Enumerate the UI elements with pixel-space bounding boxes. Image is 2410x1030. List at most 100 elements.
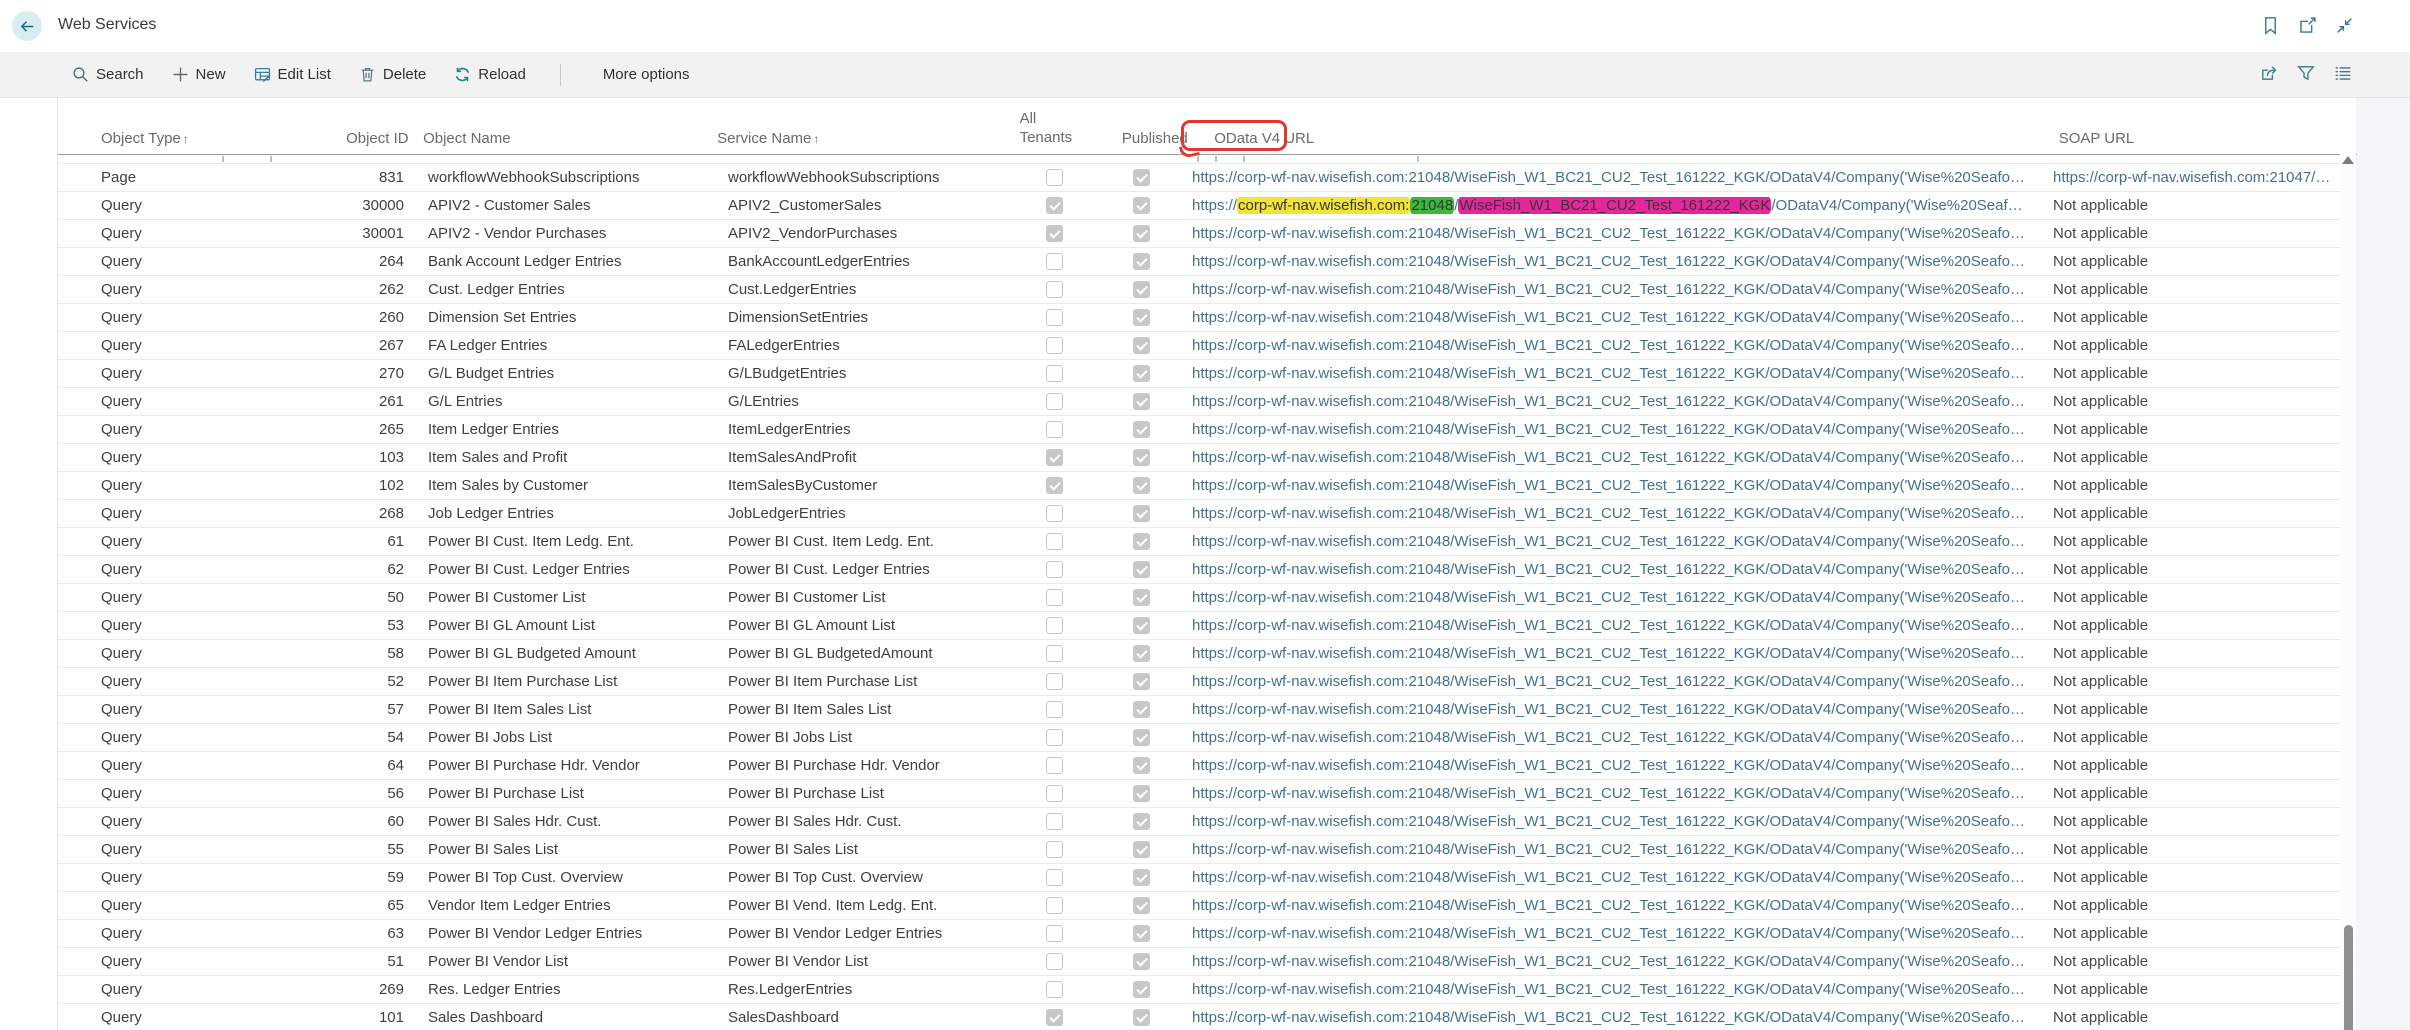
table-row[interactable]: Query30001APIV2 - Vendor PurchasesAPIV2_… (58, 220, 2357, 248)
published-checkbox[interactable] (1133, 309, 1150, 326)
table-row[interactable]: Query57Power BI Item Sales ListPower BI … (58, 696, 2357, 724)
vertical-scrollbar[interactable] (2340, 152, 2356, 1030)
odata-v4-url-link[interactable]: https://corp-wf-nav.wisefish.com:21048/W… (1192, 533, 2029, 550)
column-header-odata_v4_url[interactable]: OData V4 URL (1206, 130, 2047, 154)
table-row[interactable]: Query60Power BI Sales Hdr. Cust.Power BI… (58, 808, 2357, 836)
odata-v4-url-link[interactable]: https://corp-wf-nav.wisefish.com:21048/W… (1192, 253, 2029, 270)
odata-v4-url-link[interactable]: https://corp-wf-nav.wisefish.com:21048/W… (1192, 617, 2029, 634)
all-tenants-checkbox[interactable] (1046, 785, 1063, 802)
soap-url-link[interactable]: https://corp-wf-nav.wisefish.com:21047/W… (2053, 169, 2341, 186)
all-tenants-checkbox[interactable] (1046, 281, 1063, 298)
table-row[interactable]: Query267FA Ledger EntriesFALedgerEntries… (58, 332, 2357, 360)
all-tenants-checkbox[interactable] (1046, 981, 1063, 998)
odata-v4-url-link[interactable]: https://corp-wf-nav.wisefish.com:21048/W… (1192, 197, 2029, 214)
published-checkbox[interactable] (1133, 197, 1150, 214)
odata-v4-url-link[interactable]: https://corp-wf-nav.wisefish.com:21048/W… (1192, 505, 2029, 522)
published-checkbox[interactable] (1133, 225, 1150, 242)
published-checkbox[interactable] (1133, 477, 1150, 494)
odata-v4-url-link[interactable]: https://corp-wf-nav.wisefish.com:21048/W… (1192, 589, 2029, 606)
published-checkbox[interactable] (1133, 393, 1150, 410)
table-row[interactable]: Query30000APIV2 - Customer SalesAPIV2_Cu… (58, 192, 2357, 220)
published-checkbox[interactable] (1133, 561, 1150, 578)
delete-button[interactable]: Delete (359, 66, 426, 83)
odata-v4-url-link[interactable]: https://corp-wf-nav.wisefish.com:21048/W… (1192, 673, 2029, 690)
all-tenants-checkbox[interactable] (1046, 729, 1063, 746)
all-tenants-checkbox[interactable] (1046, 337, 1063, 354)
published-checkbox[interactable] (1133, 757, 1150, 774)
all-tenants-checkbox[interactable] (1046, 393, 1063, 410)
scroll-up-arrow[interactable] (2342, 156, 2354, 164)
odata-v4-url-link[interactable]: https://corp-wf-nav.wisefish.com:21048/W… (1192, 897, 2029, 914)
all-tenants-checkbox[interactable] (1046, 197, 1063, 214)
all-tenants-checkbox[interactable] (1046, 309, 1063, 326)
all-tenants-checkbox[interactable] (1046, 561, 1063, 578)
all-tenants-checkbox[interactable] (1046, 505, 1063, 522)
published-checkbox[interactable] (1133, 841, 1150, 858)
table-row[interactable]: Query53Power BI GL Amount ListPower BI G… (58, 612, 2357, 640)
all-tenants-checkbox[interactable] (1046, 925, 1063, 942)
published-checkbox[interactable] (1133, 1009, 1150, 1026)
column-header-all_tenants[interactable]: AllTenants (995, 109, 1105, 154)
odata-v4-url-link[interactable]: https://corp-wf-nav.wisefish.com:21048/W… (1192, 421, 2029, 438)
odata-v4-url-link[interactable]: https://corp-wf-nav.wisefish.com:21048/W… (1192, 281, 2029, 298)
published-checkbox[interactable] (1133, 953, 1150, 970)
table-row[interactable]: Page831workflowWebhookSubscriptionsworkf… (58, 164, 2357, 192)
table-row[interactable]: Query50Power BI Customer ListPower BI Cu… (58, 584, 2357, 612)
all-tenants-checkbox[interactable] (1046, 449, 1063, 466)
published-checkbox[interactable] (1133, 729, 1150, 746)
table-row[interactable]: Query269Res. Ledger EntriesRes.LedgerEnt… (58, 976, 2357, 1004)
odata-v4-url-link[interactable]: https://corp-wf-nav.wisefish.com:21048/W… (1192, 757, 2029, 774)
table-row[interactable]: Query262Cust. Ledger EntriesCust.LedgerE… (58, 276, 2357, 304)
published-checkbox[interactable] (1133, 169, 1150, 186)
open-in-new-window-icon[interactable] (2298, 16, 2317, 35)
column-header-object_type[interactable]: Object Type↑ (58, 130, 346, 154)
all-tenants-checkbox[interactable] (1046, 421, 1063, 438)
published-checkbox[interactable] (1133, 617, 1150, 634)
all-tenants-checkbox[interactable] (1046, 869, 1063, 886)
published-checkbox[interactable] (1133, 925, 1150, 942)
published-checkbox[interactable] (1133, 813, 1150, 830)
column-header-object_id[interactable]: Object ID (346, 130, 423, 154)
published-checkbox[interactable] (1133, 589, 1150, 606)
table-row[interactable]: Query265Item Ledger EntriesItemLedgerEnt… (58, 416, 2357, 444)
published-checkbox[interactable] (1133, 421, 1150, 438)
odata-v4-url-link[interactable]: https://corp-wf-nav.wisefish.com:21048/W… (1192, 785, 2029, 802)
table-row[interactable]: Query65Vendor Item Ledger EntriesPower B… (58, 892, 2357, 920)
odata-v4-url-link[interactable]: https://corp-wf-nav.wisefish.com:21048/W… (1192, 1009, 2029, 1026)
odata-v4-url-link[interactable]: https://corp-wf-nav.wisefish.com:21048/W… (1192, 449, 2029, 466)
table-row[interactable]: Query58Power BI GL Budgeted AmountPower … (58, 640, 2357, 668)
published-checkbox[interactable] (1133, 673, 1150, 690)
all-tenants-checkbox[interactable] (1046, 897, 1063, 914)
choose-columns-icon[interactable] (2334, 64, 2352, 82)
all-tenants-checkbox[interactable] (1046, 701, 1063, 718)
all-tenants-checkbox[interactable] (1046, 617, 1063, 634)
table-row[interactable]: Query59Power BI Top Cust. OverviewPower … (58, 864, 2357, 892)
all-tenants-checkbox[interactable] (1046, 953, 1063, 970)
odata-v4-url-link[interactable]: https://corp-wf-nav.wisefish.com:21048/W… (1192, 393, 2029, 410)
odata-v4-url-link[interactable]: https://corp-wf-nav.wisefish.com:21048/W… (1192, 869, 2029, 886)
odata-v4-url-link[interactable]: https://corp-wf-nav.wisefish.com:21048/W… (1192, 645, 2029, 662)
odata-v4-url-link[interactable]: https://corp-wf-nav.wisefish.com:21048/W… (1192, 701, 2029, 718)
published-checkbox[interactable] (1133, 253, 1150, 270)
odata-v4-url-link[interactable]: https://corp-wf-nav.wisefish.com:21048/W… (1192, 337, 2029, 354)
odata-v4-url-link[interactable]: https://corp-wf-nav.wisefish.com:21048/W… (1192, 981, 2029, 998)
table-row[interactable]: Query64Power BI Purchase Hdr. VendorPowe… (58, 752, 2357, 780)
table-row[interactable]: Query260Dimension Set EntriesDimensionSe… (58, 304, 2357, 332)
table-row[interactable]: Query270G/L Budget EntriesG/LBudgetEntri… (58, 360, 2357, 388)
odata-v4-url-link[interactable]: https://corp-wf-nav.wisefish.com:21048/W… (1192, 169, 2029, 186)
odata-v4-url-link[interactable]: https://corp-wf-nav.wisefish.com:21048/W… (1192, 813, 2029, 830)
filter-icon[interactable] (2297, 64, 2315, 82)
table-row[interactable]: Query63Power BI Vendor Ledger EntriesPow… (58, 920, 2357, 948)
table-row[interactable]: Query61Power BI Cust. Item Ledg. Ent.Pow… (58, 528, 2357, 556)
published-checkbox[interactable] (1133, 701, 1150, 718)
published-checkbox[interactable] (1133, 533, 1150, 550)
table-row[interactable]: Query101Sales DashboardSalesDashboardhtt… (58, 1004, 2357, 1030)
bookmark-icon[interactable] (2261, 16, 2280, 35)
table-row[interactable]: Query268Job Ledger EntriesJobLedgerEntri… (58, 500, 2357, 528)
all-tenants-checkbox[interactable] (1046, 1009, 1063, 1026)
collapse-icon[interactable] (2335, 16, 2354, 35)
column-header-object_name[interactable]: Object Name (423, 130, 717, 154)
published-checkbox[interactable] (1133, 365, 1150, 382)
published-checkbox[interactable] (1133, 505, 1150, 522)
column-header-soap_url[interactable]: SOAP URL (2047, 130, 2357, 154)
